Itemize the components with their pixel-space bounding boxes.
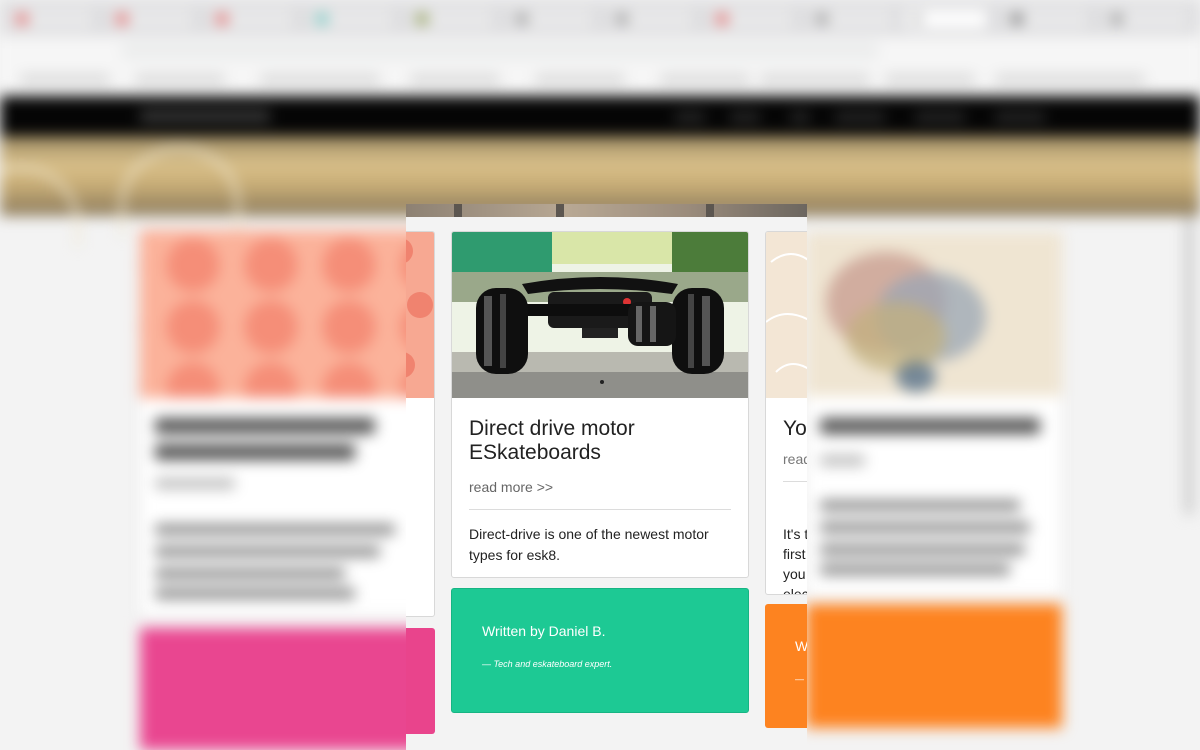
browser-tab[interactable]: [410, 10, 492, 28]
scrollbar[interactable]: [1185, 215, 1193, 515]
browser-tab[interactable]: [510, 10, 592, 28]
browser-tab-strip: [0, 0, 1200, 36]
excerpt-placeholder: [155, 568, 345, 579]
excerpt-line: first: [783, 546, 806, 562]
card-image[interactable]: [452, 232, 748, 398]
author-box-pink: [406, 628, 435, 734]
bookmark-item[interactable]: [885, 74, 975, 84]
browser-tab[interactable]: [210, 10, 292, 28]
excerpt-placeholder: [155, 588, 355, 599]
excerpt-line: It's t: [783, 526, 807, 542]
excerpt-line: you: [783, 566, 806, 582]
article-card[interactable]: Direct drive motor ESkateboards read mor…: [451, 231, 749, 578]
nav-item[interactable]: [915, 113, 965, 121]
wheel-icon: [672, 288, 724, 374]
card-image: [406, 232, 434, 398]
card-body: Direct drive motor ESkateboards read mor…: [469, 417, 731, 566]
card-excerpt: Direct-drive is one of the newest motor …: [469, 526, 709, 563]
bookmark-item[interactable]: [760, 74, 870, 84]
browser-tab[interactable]: [1105, 10, 1187, 28]
bookmark-item[interactable]: [535, 74, 625, 84]
card-title-placeholder: [820, 418, 1040, 434]
card-title-placeholder: [155, 418, 375, 434]
read-more-placeholder: [820, 455, 865, 466]
read-more-link[interactable]: read: [783, 451, 807, 467]
author-name: W: [795, 638, 807, 654]
author-role: —: [795, 674, 804, 684]
article-card-left[interactable]: [406, 231, 435, 617]
browser-tab[interactable]: [810, 10, 892, 28]
excerpt-placeholder: [820, 522, 1030, 533]
url-field[interactable]: [120, 42, 880, 60]
excerpt-placeholder: [155, 524, 395, 535]
site-logo[interactable]: [140, 110, 270, 122]
card-image: [140, 230, 435, 398]
browser-tab-active[interactable]: [905, 10, 987, 28]
bookmark-item[interactable]: [660, 74, 750, 84]
card-title[interactable]: Direct drive motor ESkateboards: [469, 417, 731, 465]
bookmark-item[interactable]: [995, 74, 1145, 84]
nav-item[interactable]: [835, 113, 885, 121]
author-box-pink: [140, 628, 435, 750]
divider: [469, 509, 731, 510]
bookmarks-bar: [0, 64, 1200, 94]
nav-item[interactable]: [730, 113, 760, 121]
card-title[interactable]: You: [783, 417, 807, 441]
address-bar: [0, 36, 1200, 64]
card-image: [766, 232, 807, 398]
card-title-placeholder: [155, 444, 355, 460]
browser-tab[interactable]: [710, 10, 792, 28]
bookmark-item[interactable]: [20, 74, 110, 84]
browser-tab[interactable]: [610, 10, 692, 28]
skateboard-photo: [452, 232, 748, 398]
browser-tab[interactable]: [1005, 10, 1087, 28]
article-card-right[interactable]: You read It's t first you elec: [765, 231, 807, 595]
excerpt-placeholder: [155, 546, 380, 557]
nav-item[interactable]: [675, 113, 705, 121]
card-image-art: [766, 253, 807, 373]
bookmark-item[interactable]: [410, 74, 500, 84]
excerpt-placeholder: [820, 564, 1010, 575]
wheel-icon: [476, 288, 528, 374]
excerpt-placeholder: [820, 544, 1025, 555]
browser-tab[interactable]: [110, 10, 192, 28]
read-more-link[interactable]: read more >>: [469, 479, 553, 495]
divider: [783, 481, 807, 482]
nav-item[interactable]: [995, 113, 1045, 121]
card-image: [806, 232, 1062, 396]
bookmark-item[interactable]: [260, 74, 380, 84]
bookmark-item[interactable]: [135, 74, 225, 84]
focus-region: Direct drive motor ESkateboards read mor…: [406, 204, 807, 750]
browser-tab[interactable]: [10, 10, 92, 28]
author-box: Written by Daniel B. — Tech and eskatebo…: [451, 588, 749, 713]
nav-item[interactable]: [790, 113, 810, 121]
excerpt-line: elec: [783, 586, 807, 595]
author-name: Written by Daniel B.: [482, 623, 606, 639]
read-more-placeholder: [155, 478, 235, 489]
site-nav: [0, 96, 1200, 136]
browser-tab[interactable]: [310, 10, 392, 28]
author-box-orange: [806, 604, 1062, 728]
excerpt-placeholder: [820, 500, 1020, 511]
hero-banner-edge: [406, 204, 807, 217]
author-box-orange: W —: [765, 604, 807, 728]
author-role: — Tech and eskateboard expert.: [482, 659, 613, 669]
